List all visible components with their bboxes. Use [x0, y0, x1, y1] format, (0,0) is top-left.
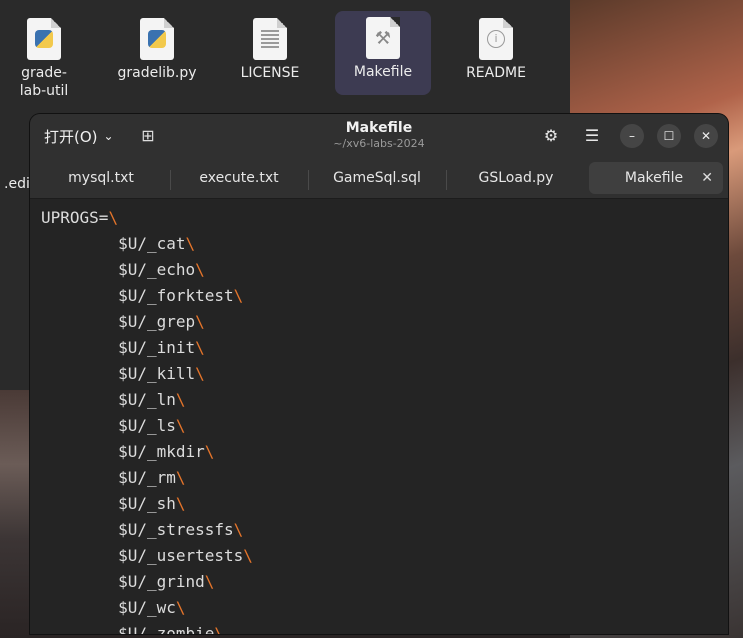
line-continuation: \ — [233, 286, 244, 305]
line-continuation: \ — [175, 598, 186, 617]
line-continuation: \ — [233, 520, 244, 539]
file-item-grade-lab-util[interactable]: grade-lab-util — [0, 12, 92, 99]
python-file-icon — [140, 18, 174, 60]
code-text: $U/_stressfs — [41, 520, 234, 539]
tab-divider — [446, 170, 447, 190]
maximize-button[interactable]: ☐ — [657, 124, 681, 148]
code-editor[interactable]: UPROGS=\ $U/_cat\ $U/_echo\ $U/_forktest… — [30, 199, 728, 634]
line-continuation: \ — [175, 390, 186, 409]
tab-label: GameSql.sql — [333, 170, 421, 186]
open-label: 打开(O) — [44, 127, 98, 146]
line-continuation: \ — [185, 234, 196, 253]
code-text: $U/_forktest — [41, 286, 234, 305]
file-item-makefile[interactable]: ⚒ Makefile — [335, 11, 431, 95]
tab-divider — [308, 170, 309, 190]
code-line: $U/_wc\ — [41, 595, 728, 621]
line-continuation: \ — [195, 312, 205, 331]
line-continuation: \ — [195, 338, 205, 357]
tab-makefile[interactable]: Makefile ✕ — [589, 162, 723, 194]
code-line: $U/_grep\ — [41, 309, 728, 335]
python-file-icon — [27, 18, 61, 60]
code-line: $U/_forktest\ — [41, 283, 728, 309]
file-label: .edi — [4, 176, 30, 192]
code-text: $U/_init — [41, 338, 196, 357]
tab-gamesql[interactable]: GameSql.sql — [311, 162, 443, 194]
file-label: LICENSE — [240, 65, 300, 81]
code-text: $U/_ls — [41, 416, 176, 435]
tab-divider — [170, 170, 171, 190]
tab-gsload[interactable]: GSLoad.py — [449, 162, 583, 194]
code-line: UPROGS=\ — [41, 205, 728, 231]
new-tab-icon[interactable]: ⊞ — [138, 126, 158, 146]
file-label: grade-lab-util — [19, 65, 69, 99]
file-label: Makefile — [353, 64, 413, 80]
line-continuation: \ — [243, 546, 253, 565]
line-continuation: \ — [175, 468, 186, 487]
code-text: $U/_cat — [41, 234, 186, 253]
file-item-license[interactable]: LICENSE — [222, 12, 318, 96]
code-text: $U/_grind — [41, 572, 205, 591]
header-bar: 打开(O) ⌄ ⊞ Makefile ~/xv6-labs-2024 ⚙ ☰ –… — [30, 114, 728, 158]
code-text: $U/_sh — [41, 494, 176, 513]
file-item-partial[interactable]: .edi — [0, 126, 30, 192]
line-continuation: \ — [204, 572, 215, 591]
code-line: $U/_kill\ — [41, 361, 728, 387]
makefile-icon: ⚒ — [366, 17, 400, 59]
open-button[interactable]: 打开(O) ⌄ — [36, 121, 122, 151]
tab-execute[interactable]: execute.txt — [173, 162, 305, 194]
code-line: $U/_ln\ — [41, 387, 728, 413]
file-label: README — [466, 65, 526, 81]
code-line: $U/_mkdir\ — [41, 439, 728, 465]
code-line: $U/_ls\ — [41, 413, 728, 439]
code-line: $U/_stressfs\ — [41, 517, 728, 543]
code-line: $U/_init\ — [41, 335, 728, 361]
code-text: $U/_zombie — [41, 624, 215, 634]
close-tab-icon[interactable]: ✕ — [701, 162, 713, 194]
line-continuation: \ — [195, 364, 205, 383]
text-editor-window: 打开(O) ⌄ ⊞ Makefile ~/xv6-labs-2024 ⚙ ☰ –… — [30, 114, 728, 634]
code-line: $U/_zombie\ — [41, 621, 728, 634]
chevron-down-icon: ⌄ — [103, 129, 114, 143]
text-file-icon — [253, 18, 287, 60]
tab-label: Makefile — [624, 170, 684, 186]
tab-bar: mysql.txt execute.txt GameSql.sql GSLoad… — [30, 158, 728, 199]
code-text: UPROGS= — [41, 208, 109, 227]
tab-label: GSLoad.py — [478, 170, 554, 186]
line-continuation: \ — [175, 494, 186, 513]
code-line: $U/_grind\ — [41, 569, 728, 595]
line-continuation: \ — [214, 624, 225, 634]
code-text: $U/_usertests — [41, 546, 244, 565]
code-text: $U/_ln — [41, 390, 176, 409]
code-line: $U/_usertests\ — [41, 543, 728, 569]
tab-label: execute.txt — [199, 170, 279, 186]
tab-label: mysql.txt — [68, 170, 134, 186]
close-button[interactable]: ✕ — [694, 124, 718, 148]
code-line: $U/_cat\ — [41, 231, 728, 257]
file-item-readme[interactable]: i README — [448, 12, 544, 96]
tab-mysql[interactable]: mysql.txt — [35, 162, 167, 194]
line-continuation: \ — [204, 442, 215, 461]
code-text: $U/_mkdir — [41, 442, 205, 461]
file-label: gradelib.py — [117, 65, 197, 81]
code-text: $U/_grep — [41, 312, 196, 331]
code-text: $U/_wc — [41, 598, 176, 617]
code-text: $U/_kill — [41, 364, 196, 383]
menu-icon[interactable]: ☰ — [581, 125, 603, 147]
code-line: $U/_sh\ — [41, 491, 728, 517]
code-text: $U/_rm — [41, 468, 176, 487]
code-text: $U/_echo — [41, 260, 196, 279]
code-line: $U/_rm\ — [41, 465, 728, 491]
line-continuation: \ — [108, 208, 119, 227]
line-continuation: \ — [175, 416, 186, 435]
code-line: $U/_echo\ — [41, 257, 728, 283]
line-continuation: \ — [195, 260, 205, 279]
settings-icon[interactable]: ⚙ — [540, 125, 562, 147]
minimize-button[interactable]: – — [620, 124, 644, 148]
info-file-icon: i — [479, 18, 513, 60]
file-item-gradelib[interactable]: gradelib.py — [109, 12, 205, 96]
